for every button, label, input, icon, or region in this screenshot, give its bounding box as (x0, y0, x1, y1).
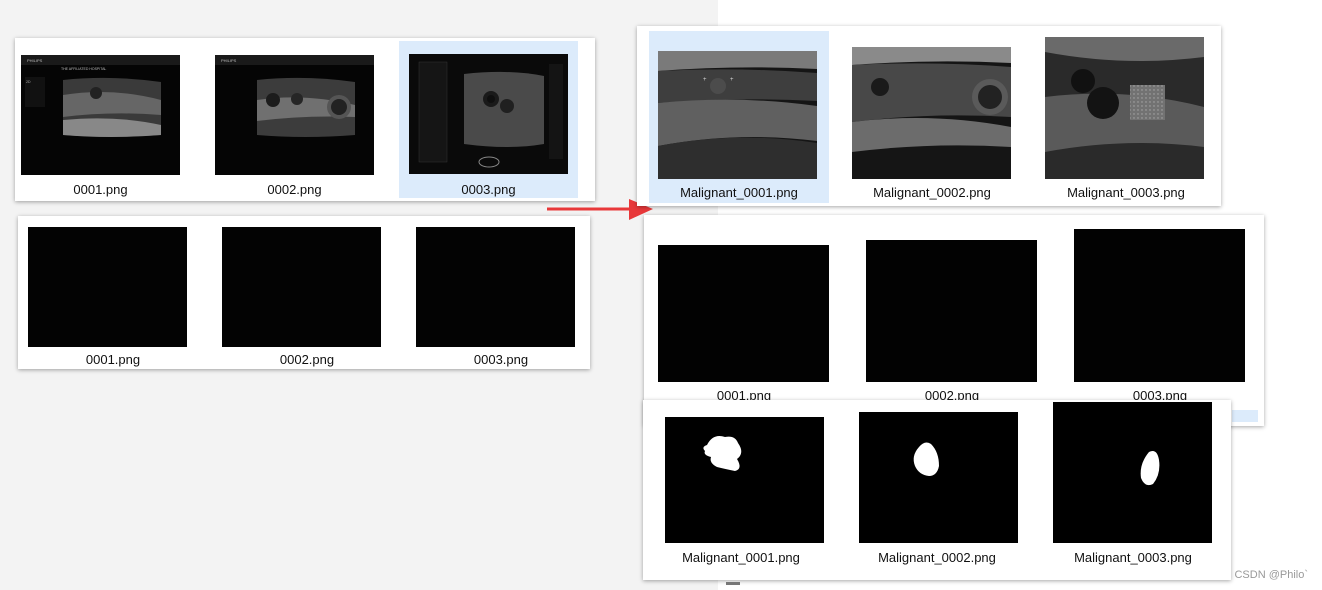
file-name: 0002.png (267, 182, 322, 197)
file-tile[interactable]: Malignant_0003.png (1035, 31, 1217, 203)
file-tile[interactable]: 0003.png (406, 216, 596, 369)
file-tile[interactable]: 0002.png (212, 216, 402, 369)
file-tile[interactable]: 0003.png (1060, 215, 1260, 415)
ultrasound-thumbnail (852, 47, 1011, 179)
file-name: Malignant_0003.png (1067, 185, 1185, 200)
svg-text:+: + (703, 77, 707, 83)
file-tile[interactable]: 0002.png (852, 215, 1052, 415)
file-tile[interactable]: 0001.png (18, 216, 208, 369)
svg-text:2D: 2D (26, 80, 31, 84)
file-name: Malignant_0001.png (682, 550, 800, 565)
file-tile[interactable]: Malignant_0003.png (1035, 400, 1231, 580)
ultrasound-thumbnail: + + (658, 51, 817, 179)
mask-thumbnail (1074, 229, 1245, 382)
file-tile-selected[interactable]: 0003.png (399, 41, 578, 198)
ultrasound-thumbnail: PHILIPS (215, 55, 374, 175)
ultrasound-thumbnail: PHILIPS THE AFFILIATED HOSPITAL 2D (21, 55, 180, 175)
file-name: 0002.png (279, 352, 335, 367)
file-name: 0003.png (461, 182, 516, 197)
svg-text:PHILIPS: PHILIPS (27, 58, 43, 63)
source-masks-panel: 0001.png 0002.png 0003.png (18, 216, 590, 369)
target-masks-panel: Malignant_0001.png Malignant_0002.png Ma… (643, 400, 1231, 580)
file-name: Malignant_0003.png (1074, 550, 1192, 565)
mask-thumbnail (665, 417, 824, 543)
mask-thumbnail (416, 227, 575, 347)
file-tile[interactable]: Malignant_0002.png (839, 400, 1035, 580)
ultrasound-thumbnail (1045, 37, 1204, 179)
mask-thumbnail (866, 240, 1037, 382)
file-tile[interactable]: PHILIPS THE AFFILIATED HOSPITAL 2D 0001.… (18, 41, 183, 198)
file-tile[interactable]: PHILIPS 0002.png (212, 41, 377, 198)
mask-thumbnail (222, 227, 381, 347)
mask-thumbnail (28, 227, 187, 347)
target-dark-masks-panel: 0001.png 0002.png 0003.png (644, 215, 1264, 426)
svg-text:+: + (730, 77, 734, 83)
target-images-panel: + + Malignant_0001.png Malignant_0002.pn… (637, 26, 1221, 206)
svg-text:PHILIPS: PHILIPS (221, 58, 237, 63)
file-tile-selected[interactable]: + + Malignant_0001.png (649, 31, 829, 203)
mask-thumbnail (1053, 402, 1212, 543)
file-tile[interactable]: Malignant_0001.png (643, 400, 839, 580)
ultrasound-thumbnail (409, 54, 568, 174)
scrollbar-thumb[interactable] (726, 582, 740, 585)
file-tile[interactable]: Malignant_0002.png (841, 31, 1023, 203)
svg-text:THE AFFILIATED HOSPITAL: THE AFFILIATED HOSPITAL (61, 67, 106, 71)
selection-strip (1232, 410, 1258, 422)
file-name: Malignant_0002.png (878, 550, 996, 565)
file-name: 0001.png (85, 352, 141, 367)
file-name: 0003.png (473, 352, 529, 367)
watermark: CSDN @Philo` (1234, 569, 1308, 581)
mask-thumbnail (859, 412, 1018, 543)
source-images-panel: PHILIPS THE AFFILIATED HOSPITAL 2D 0001.… (15, 38, 595, 201)
file-name: 0001.png (73, 182, 128, 197)
file-name: Malignant_0002.png (873, 185, 991, 200)
file-tile[interactable]: 0001.png (644, 215, 844, 415)
mask-thumbnail (658, 245, 829, 382)
file-name: Malignant_0001.png (680, 185, 798, 200)
